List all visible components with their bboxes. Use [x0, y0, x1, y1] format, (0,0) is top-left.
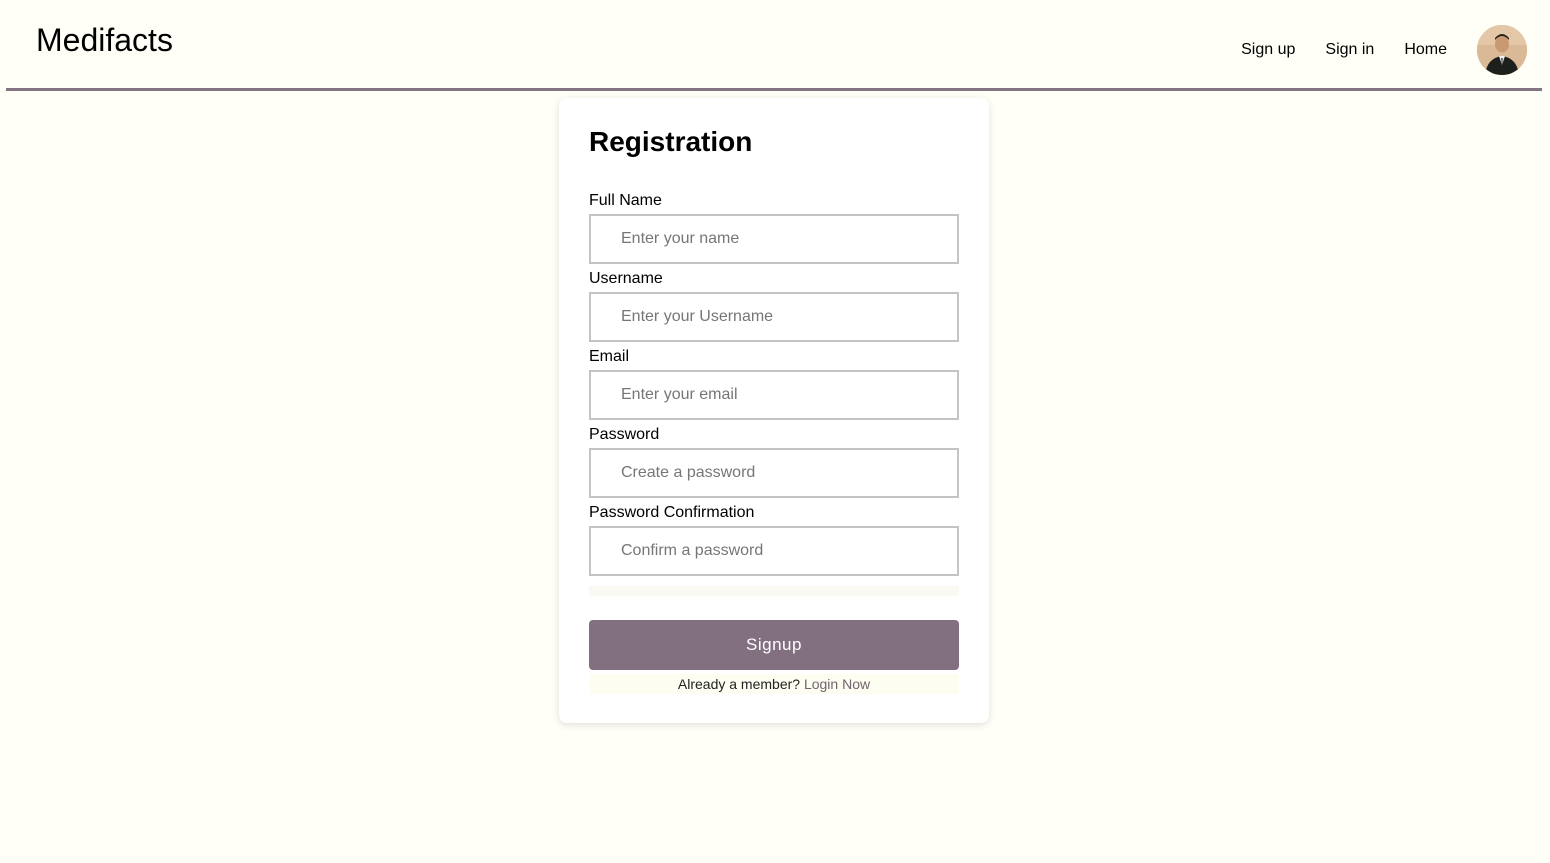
username-field-group: Username	[589, 270, 959, 342]
full-name-input[interactable]	[589, 214, 959, 264]
user-avatar[interactable]	[1477, 25, 1527, 75]
username-input[interactable]	[589, 292, 959, 342]
password-label: Password	[589, 426, 660, 443]
brand-logo-text[interactable]: Medifacts	[36, 22, 173, 59]
top-header: Medifacts Sign up Sign in Home	[6, 0, 1542, 91]
nav-sign-up-link[interactable]: Sign up	[1241, 41, 1295, 59]
nav-home-link[interactable]: Home	[1404, 41, 1447, 59]
registration-title: Registration	[589, 126, 753, 157]
password-confirmation-label: Password Confirmation	[589, 504, 755, 521]
password-field-group: Password	[589, 426, 959, 498]
email-field-group: Email	[589, 348, 959, 420]
username-label: Username	[589, 270, 663, 287]
signup-button[interactable]: Signup	[589, 620, 959, 670]
registration-form: Full Name Username Email Password Passwo…	[589, 192, 959, 582]
registration-card: Registration Full Name Username Email Pa…	[559, 98, 989, 723]
email-label: Email	[589, 348, 630, 365]
form-spacer-strip	[589, 586, 959, 596]
member-prompt-text: Already a member?	[677, 676, 801, 692]
password-confirmation-field-group: Password Confirmation	[589, 504, 959, 576]
password-input[interactable]	[589, 448, 959, 498]
email-input[interactable]	[589, 370, 959, 420]
nav-sign-in-link[interactable]: Sign in	[1325, 41, 1374, 59]
login-now-link[interactable]: Login Now	[804, 676, 870, 692]
avatar-person-icon	[1477, 25, 1527, 75]
password-confirmation-input[interactable]	[589, 526, 959, 576]
top-nav: Sign up Sign in Home	[1241, 25, 1527, 75]
full-name-label: Full Name	[589, 192, 662, 209]
full-name-field-group: Full Name	[589, 192, 959, 264]
login-prompt: Already a member? Login Now	[589, 674, 959, 694]
